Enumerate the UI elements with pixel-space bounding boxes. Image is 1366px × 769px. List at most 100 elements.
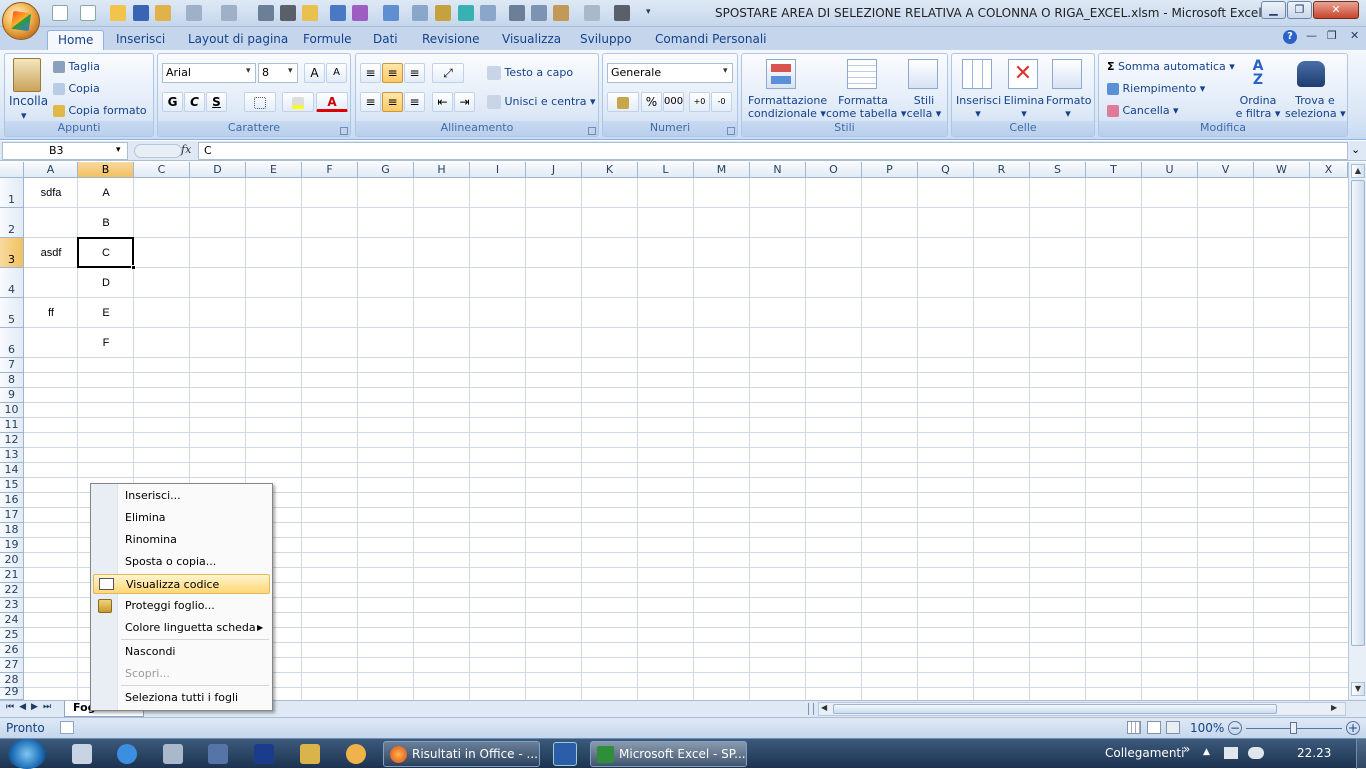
column-header-u[interactable]: U bbox=[1142, 162, 1198, 178]
table-icon[interactable] bbox=[330, 5, 346, 21]
format-as-table-button[interactable]: Formatta come tabella ▾ bbox=[826, 94, 906, 120]
cell-a1[interactable]: sdfa bbox=[24, 178, 78, 208]
row-header-7[interactable]: 7 bbox=[0, 358, 24, 373]
thousands-button[interactable]: 000 bbox=[663, 92, 684, 112]
shrink-font-button[interactable]: A bbox=[326, 63, 347, 83]
font-name-combo[interactable]: Arial bbox=[162, 63, 256, 83]
word-icon[interactable] bbox=[553, 742, 577, 766]
copy-button[interactable]: Copia bbox=[53, 82, 100, 95]
grid-icon[interactable] bbox=[480, 5, 496, 21]
menu-item-tab-color[interactable]: Colore linguetta scheda ▶ bbox=[93, 618, 270, 638]
merge-center-button[interactable]: Unisci e centra ▾ bbox=[487, 95, 596, 109]
close-button[interactable]: ✕ bbox=[1313, 1, 1359, 19]
name-box-dropdown-icon[interactable]: ▾ bbox=[116, 145, 121, 155]
office-button[interactable] bbox=[2, 2, 40, 40]
decrease-decimal-button[interactable]: -0 bbox=[711, 92, 732, 112]
formula-bar-expander[interactable] bbox=[134, 144, 182, 158]
pencil-icon[interactable] bbox=[435, 5, 451, 21]
format-cells-icon[interactable] bbox=[1052, 59, 1082, 89]
increase-indent-button[interactable]: ⇥ bbox=[454, 92, 475, 112]
customize-toolbar-chevron-icon[interactable]: ▾ bbox=[646, 7, 651, 17]
name-box[interactable]: B3 bbox=[2, 142, 128, 160]
row-header-8[interactable]: 8 bbox=[0, 373, 24, 388]
macro-icon[interactable] bbox=[352, 5, 368, 21]
column-header-p[interactable]: P bbox=[862, 162, 918, 178]
row-header-25[interactable]: 25 bbox=[0, 628, 24, 643]
column-header-q[interactable]: Q bbox=[918, 162, 974, 178]
select-all-corner[interactable] bbox=[0, 162, 24, 178]
format-cells-button[interactable]: Formato ▾ bbox=[1046, 94, 1092, 120]
tab-developer[interactable]: Sviluppo bbox=[570, 30, 642, 50]
cell-a5[interactable]: ff bbox=[24, 298, 78, 328]
script-icon[interactable] bbox=[509, 5, 525, 21]
open-folder-icon[interactable] bbox=[110, 5, 126, 21]
cell-b1[interactable]: A bbox=[78, 178, 134, 208]
row-header-16[interactable]: 16 bbox=[0, 493, 24, 508]
align-right-button[interactable]: ≡ bbox=[404, 92, 425, 112]
menu-item-rename[interactable]: Rinomina bbox=[93, 530, 270, 550]
row-header-27[interactable]: 27 bbox=[0, 658, 24, 673]
column-header-b[interactable]: B bbox=[78, 162, 134, 178]
menu-item-insert[interactable]: Inserisci... bbox=[93, 486, 270, 506]
sort-filter-icon[interactable]: AZ bbox=[1243, 59, 1273, 89]
folder-icon[interactable] bbox=[155, 5, 171, 21]
font-dialog-launcher-icon[interactable] bbox=[340, 127, 348, 135]
column-header-d[interactable]: D bbox=[190, 162, 246, 178]
column-header-m[interactable]: M bbox=[694, 162, 750, 178]
zoom-out-button[interactable]: − bbox=[1228, 721, 1242, 735]
sheet-nav-arrows-icon[interactable]: ⏮◀▶⏭ bbox=[6, 702, 56, 712]
align-center-button[interactable]: ≡ bbox=[382, 92, 403, 112]
page-break-view-icon[interactable] bbox=[1166, 721, 1180, 734]
delete-cells-button[interactable]: Elimina ▾ bbox=[1002, 94, 1046, 120]
cell-b6[interactable]: F bbox=[78, 328, 134, 358]
scroll-right-button[interactable]: ▶ bbox=[1331, 703, 1337, 712]
cell-a3[interactable]: asdf bbox=[24, 238, 78, 268]
cell-b5[interactable]: E bbox=[78, 298, 134, 328]
row-header-24[interactable]: 24 bbox=[0, 613, 24, 628]
tab-insert[interactable]: Inserisci bbox=[106, 30, 175, 50]
decrease-indent-button[interactable]: ⇤ bbox=[432, 92, 453, 112]
underline-button[interactable]: S bbox=[206, 92, 227, 112]
vertical-scrollbar[interactable]: ▲ ▼ bbox=[1348, 162, 1366, 700]
column-header-j[interactable]: J bbox=[526, 162, 582, 178]
format-as-table-icon[interactable] bbox=[847, 59, 877, 89]
row-header-4[interactable]: 4 bbox=[0, 268, 24, 298]
app-ae-icon[interactable] bbox=[208, 744, 228, 764]
row-header-2[interactable]: 2 bbox=[0, 208, 24, 238]
row-header-26[interactable]: 26 bbox=[0, 643, 24, 658]
active-cell-cursor[interactable] bbox=[77, 237, 134, 268]
menu-item-move-copy[interactable]: Sposta o copia... bbox=[93, 552, 270, 572]
cell-styles-icon[interactable] bbox=[908, 59, 938, 89]
delete-cells-icon[interactable]: ✕ bbox=[1008, 59, 1038, 89]
zoom-level[interactable]: 100% bbox=[1190, 721, 1224, 735]
page-layout-view-icon[interactable] bbox=[1147, 721, 1161, 734]
camera-icon[interactable] bbox=[614, 5, 630, 21]
insert-cells-icon[interactable] bbox=[962, 59, 992, 89]
horizontal-scroll-thumb[interactable] bbox=[833, 704, 1277, 714]
scroll-down-button[interactable]: ▼ bbox=[1351, 682, 1365, 696]
row-header-6[interactable]: 6 bbox=[0, 328, 24, 358]
conditional-formatting-button[interactable]: Formattazione condizionale ▾ bbox=[748, 94, 827, 120]
settings-gear-icon[interactable] bbox=[163, 744, 183, 764]
find-select-button[interactable]: Trova e seleziona ▾ bbox=[1285, 94, 1346, 120]
row-header-22[interactable]: 22 bbox=[0, 583, 24, 598]
fill-button[interactable]: Riempimento ▾ bbox=[1107, 82, 1205, 95]
tab-review[interactable]: Revisione bbox=[412, 30, 490, 50]
scroll-up-button[interactable]: ▲ bbox=[1351, 164, 1365, 178]
maximize-button[interactable]: ❐ bbox=[1287, 1, 1312, 19]
wrap-text-button[interactable]: Testo a capo bbox=[487, 66, 573, 80]
tab-split-handle[interactable] bbox=[808, 703, 814, 715]
column-header-x[interactable]: X bbox=[1310, 162, 1348, 178]
links-chevron[interactable]: » bbox=[1183, 742, 1190, 756]
column-header-k[interactable]: K bbox=[582, 162, 638, 178]
row-header-1[interactable]: 1 bbox=[0, 178, 24, 208]
align-top-button[interactable]: ≡ bbox=[360, 63, 381, 83]
row-header-29[interactable]: 29 bbox=[0, 685, 24, 700]
cell-styles-button[interactable]: Stili cella ▾ bbox=[904, 94, 944, 120]
vertical-scroll-thumb[interactable] bbox=[1351, 180, 1365, 646]
app-clock-icon[interactable] bbox=[346, 744, 366, 764]
menu-item-view-code[interactable]: Visualizza codice bbox=[93, 574, 270, 594]
zoom-in-button[interactable]: + bbox=[1346, 721, 1360, 735]
column-header-f[interactable]: F bbox=[302, 162, 358, 178]
show-desktop-button[interactable] bbox=[1356, 739, 1366, 769]
